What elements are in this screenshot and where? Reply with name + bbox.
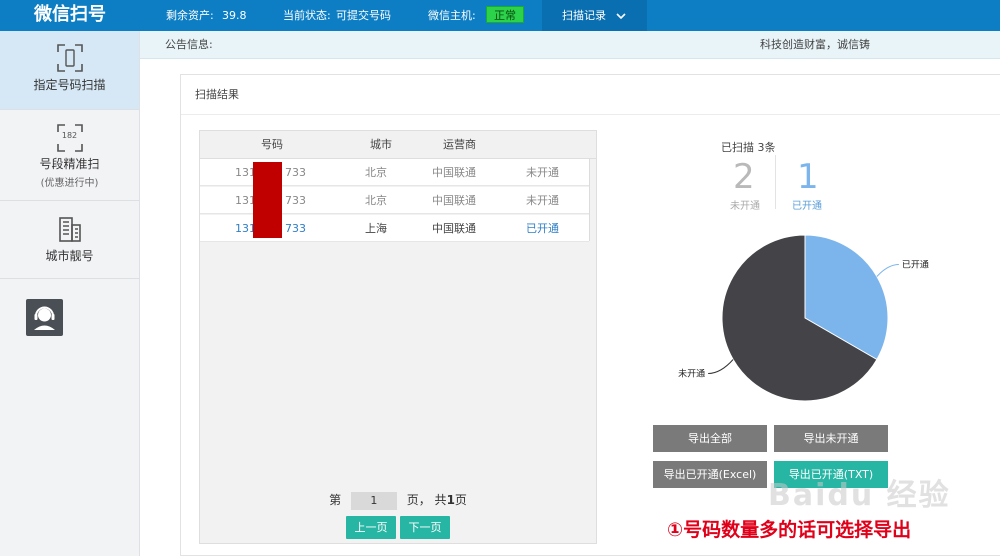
number-suffix: 733 <box>285 194 306 207</box>
notice-label: 公告信息: <box>165 38 213 51</box>
export-open-excel-button[interactable]: 导出已开通(Excel) <box>653 461 767 488</box>
city-cell: 北京 <box>365 194 387 207</box>
sidebar-item-label: 指定号码扫描 <box>33 78 106 92</box>
not-open-count: 2 <box>733 157 755 197</box>
sidebar-item-label: 号段精准扫 <box>39 157 100 171</box>
host-status-badge: 正常 <box>486 6 524 23</box>
open-label: 已开通 <box>792 201 822 212</box>
carrier-cell: 中国联通 <box>432 222 476 235</box>
next-page-button[interactable]: 下一页 <box>400 516 450 539</box>
host-label: 微信主机: <box>428 9 476 22</box>
column-header-city: 城市 <box>370 138 392 151</box>
pie-label: 已开通 <box>902 260 929 271</box>
city-cell: 上海 <box>365 222 387 235</box>
table-scroll-divider <box>589 159 590 241</box>
status-pie-chart: 已开通未开通 <box>678 234 929 402</box>
sidebar-item-sublabel: (优惠进行中) <box>40 178 99 189</box>
result-table: 号码 城市 运营商 131 733 北京 中国联通 未开通 131 733 北京… <box>199 130 597 544</box>
prev-page-button[interactable]: 上一页 <box>346 516 396 539</box>
city-building-icon <box>57 216 83 242</box>
scanned-count-title: 已扫描 3条 <box>721 141 776 154</box>
export-all-button[interactable]: 导出全部 <box>653 425 767 452</box>
sidebar-item-segment-scan[interactable]: 182 号段精准扫 (优惠进行中) <box>0 110 139 201</box>
customer-service-icon <box>26 306 63 339</box>
page-number-input[interactable]: 1 <box>350 491 397 510</box>
baidu-watermark: Baidu 经验 <box>768 478 951 513</box>
assets-value: 39.8 <box>222 9 247 22</box>
top-bar: 微信扫号 剩余资产: 39.8 当前状态: 可提交号码 微信主机: 正常 扫描记… <box>0 0 1000 31</box>
sidebar-item-specified-scan[interactable]: 指定号码扫描 <box>0 31 139 110</box>
export-not-open-button[interactable]: 导出未开通 <box>774 425 888 452</box>
pie-leader-line <box>708 359 734 374</box>
customer-service-button[interactable] <box>26 299 63 336</box>
status-label: 当前状态: <box>283 9 331 22</box>
segment-scan-icon: 182 <box>56 124 83 152</box>
city-cell: 北京 <box>365 166 387 179</box>
notice-bar: 公告信息: 科技创造财富，诚信铸 <box>140 31 1000 59</box>
status-cell: 未开通 <box>526 194 559 207</box>
segment-icon-text: 182 <box>61 131 78 140</box>
pager-suffix: 页， 共 <box>406 493 447 507</box>
pager-total: 1 <box>446 493 455 507</box>
notice-text: 科技创造财富，诚信铸 <box>760 38 870 51</box>
open-count: 1 <box>797 157 819 197</box>
scan-records-label: 扫描记录 <box>562 9 606 22</box>
redaction-block <box>253 162 282 238</box>
pager-unit: 页 <box>454 493 467 507</box>
sidebar: 指定号码扫描 182 号段精准扫 (优惠进行中) 城市靓号 <box>0 31 140 556</box>
table-header: 号码 城市 运营商 <box>200 131 596 159</box>
chevron-down-icon <box>616 0 626 31</box>
tutorial-annotation: ①号码数量多的话可选择导出 <box>667 519 912 541</box>
carrier-cell: 中国联通 <box>432 166 476 179</box>
status-cell: 已开通 <box>526 222 559 235</box>
scan-frame-icon <box>56 44 83 72</box>
app-brand: 微信扫号 <box>34 4 106 25</box>
sidebar-item-label: 城市靓号 <box>45 249 94 263</box>
sidebar-item-city-number[interactable]: 城市靓号 <box>0 201 139 279</box>
scan-records-menu[interactable]: 扫描记录 <box>542 0 647 31</box>
pager-prefix: 第 <box>329 493 342 507</box>
pagination: 第 1 页， 共1页 <box>200 491 596 510</box>
carrier-cell: 中国联通 <box>432 194 476 207</box>
column-header-number: 号码 <box>261 138 283 151</box>
stats-divider <box>775 155 776 209</box>
column-header-carrier: 运营商 <box>443 138 476 151</box>
pie-leader-line <box>876 264 899 277</box>
status-cell: 未开通 <box>526 166 559 179</box>
pie-label: 未开通 <box>678 368 705 380</box>
number-suffix: 733 <box>285 166 306 179</box>
panel-title: 扫描结果 <box>181 75 1000 115</box>
number-suffix: 733 <box>285 222 306 235</box>
assets-label: 剩余资产: <box>166 9 214 22</box>
status-value: 可提交号码 <box>336 9 391 22</box>
not-open-label: 未开通 <box>730 201 760 212</box>
